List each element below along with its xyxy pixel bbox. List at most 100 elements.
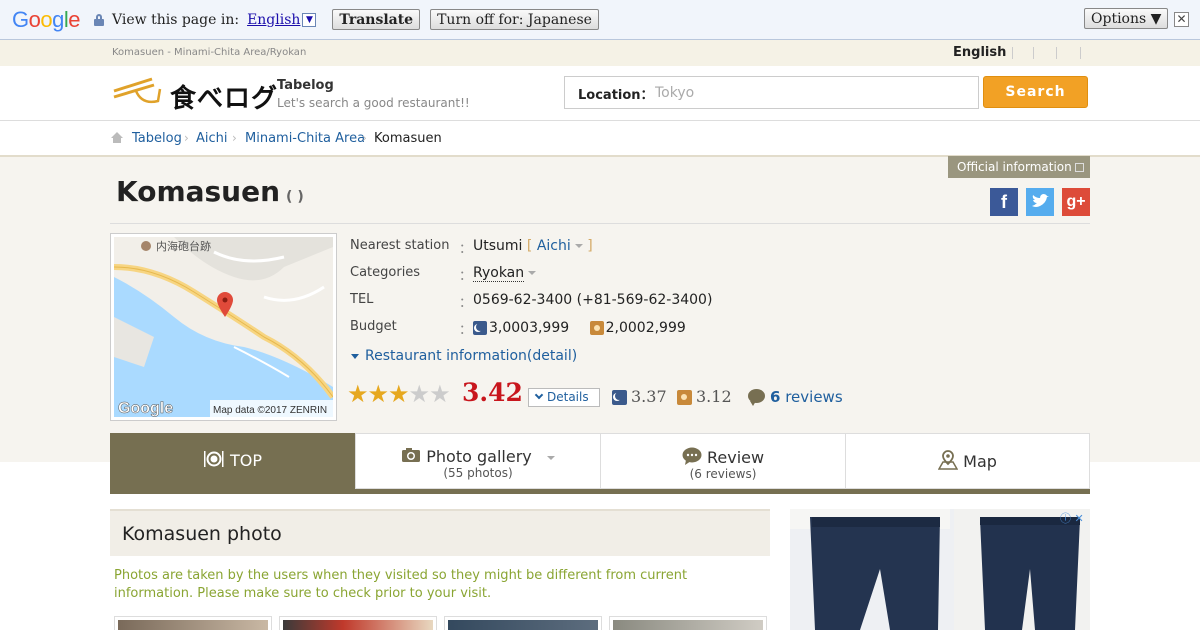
- google-plus-icon[interactable]: g+: [1062, 188, 1090, 216]
- tab-photo-count: (55 photos): [443, 466, 513, 480]
- star-rating: ★★★★★: [347, 380, 451, 408]
- dinner-moon-icon: [612, 390, 627, 405]
- breadcrumb-minami-chita[interactable]: Minami-Chita Area: [245, 131, 365, 146]
- dining-plate-icon: [203, 451, 224, 467]
- official-information-badge[interactable]: Official information: [948, 156, 1090, 178]
- photo-section-header: Komasuen photo: [110, 509, 770, 556]
- map-google-logo: Google: [118, 400, 173, 417]
- colon: ：: [459, 242, 473, 257]
- google-logo-letter: o: [40, 6, 53, 32]
- restaurant-detail-link[interactable]: Restaurant information(detail): [351, 348, 577, 364]
- chevron-right-icon: ›: [362, 131, 367, 145]
- speech-bubble-icon: [682, 447, 702, 465]
- divider: [1080, 47, 1081, 59]
- budget-value: 3,0003,999 2,0002,999: [473, 320, 686, 336]
- top-info-bar: Komasuen - Minami-Chita Area/Ryokan Engl…: [0, 40, 1200, 66]
- facebook-icon[interactable]: f: [990, 188, 1018, 216]
- budget-lunch: 2,0002,999: [605, 320, 686, 336]
- twitter-icon[interactable]: [1026, 188, 1054, 216]
- star-icon: ★: [408, 380, 430, 408]
- tab-map-label: Map: [963, 452, 997, 471]
- advertisement[interactable]: [790, 509, 1090, 630]
- google-logo-letter: o: [28, 6, 41, 32]
- google-logo-letter: g: [52, 6, 64, 32]
- star-icon: ★: [429, 380, 450, 408]
- language-dropdown-icon[interactable]: ▼: [302, 12, 317, 27]
- colon: ：: [459, 296, 473, 311]
- bracket: ]: [587, 238, 593, 254]
- search-button[interactable]: Search: [983, 76, 1088, 108]
- star-icon: ★: [388, 380, 409, 408]
- category-link[interactable]: Ryokan: [473, 265, 525, 282]
- tab-map[interactable]: Map: [845, 433, 1090, 489]
- restaurant-name-reading: ( ): [286, 189, 304, 205]
- photo-section-title: Komasuen photo: [122, 523, 282, 545]
- lunch-sun-icon: [677, 390, 692, 405]
- triangle-down-icon: [351, 353, 359, 359]
- photo-thumbnail[interactable]: [609, 616, 767, 630]
- chevron-down-icon[interactable]: [574, 244, 583, 248]
- tab-review-label: Review: [707, 448, 765, 467]
- breadcrumb: Tabelog › Aichi › Minami-Chita Area › Ko…: [0, 121, 1200, 157]
- bracket: [: [526, 238, 533, 254]
- tab-photo-gallery[interactable]: Photo gallery (55 photos): [355, 433, 601, 489]
- tab-review[interactable]: Review (6 reviews): [600, 433, 846, 489]
- photo-thumbnail[interactable]: [114, 616, 272, 630]
- tab-photo-gallery-label: Photo gallery: [426, 447, 532, 466]
- reviews-link[interactable]: 6 reviews: [770, 388, 843, 406]
- tel-value: 0569-62-3400 (+81-569-62-3400): [473, 292, 713, 308]
- rating-score: 3.42: [462, 378, 523, 407]
- tabelog-logo-text[interactable]: 食べログ: [170, 78, 278, 115]
- reviews-label: reviews: [785, 388, 843, 406]
- site-crumb: Komasuen - Minami-Chita Area/Ryokan: [112, 47, 307, 58]
- chopsticks-logo-icon[interactable]: [112, 77, 162, 107]
- translate-button[interactable]: Translate: [332, 9, 421, 30]
- dinner-moon-icon: [473, 321, 487, 335]
- station-label: Nearest station: [350, 238, 450, 253]
- external-icon: [1074, 163, 1084, 172]
- star-icon: ★: [367, 380, 389, 408]
- budget-label: Budget: [350, 319, 397, 334]
- divider: [1033, 47, 1034, 59]
- chevron-down-icon[interactable]: [528, 271, 537, 275]
- details-button[interactable]: Details: [528, 388, 600, 407]
- tab-top-label: TOP: [230, 451, 263, 470]
- breadcrumb-tabelog[interactable]: Tabelog: [132, 131, 182, 146]
- ad-info-icon[interactable]: ⓘ ✕: [1060, 510, 1088, 525]
- view-page-text: View this page in:: [112, 11, 240, 28]
- map-pin-icon: [937, 450, 959, 470]
- station-area-link[interactable]: Aichi: [537, 238, 571, 254]
- options-button[interactable]: Options ▼: [1084, 8, 1169, 29]
- breadcrumb-aichi[interactable]: Aichi: [196, 131, 228, 146]
- budget-dinner: 3,0003,999: [489, 320, 570, 336]
- colon: ：: [459, 269, 473, 284]
- colon: ：: [459, 323, 473, 338]
- slogan: Let's search a good restaurant!!: [277, 96, 470, 110]
- brand-name: Tabelog: [277, 78, 334, 93]
- chevron-right-icon: ›: [232, 131, 237, 145]
- chevron-right-icon: ›: [184, 131, 189, 145]
- google-logo: Google: [12, 6, 81, 33]
- photo-thumbnail[interactable]: [444, 616, 602, 630]
- tel-label: TEL: [350, 292, 374, 307]
- details-label: Details: [547, 390, 589, 404]
- map-thumbnail[interactable]: 内海砲台跡 Google Map data ©2017 ZENRIN: [110, 233, 337, 421]
- station-name[interactable]: Utsumi: [473, 238, 522, 254]
- language-select[interactable]: English: [247, 12, 300, 28]
- turn-off-button[interactable]: Turn off for: Japanese: [430, 9, 599, 30]
- chevron-down-icon: [534, 390, 544, 400]
- site-header: 食べログ Tabelog Let's search a good restaur…: [0, 66, 1200, 121]
- divider: [1056, 47, 1057, 59]
- restaurant-name: Komasuen: [116, 175, 281, 208]
- google-logo-letter: G: [12, 6, 29, 32]
- location-label: Location：: [578, 88, 654, 103]
- photo-thumbnail[interactable]: [279, 616, 437, 630]
- station-value: Utsumi [ Aichi ]: [473, 238, 593, 254]
- tab-top[interactable]: TOP: [110, 433, 355, 491]
- google-logo-letter: e: [68, 6, 81, 32]
- close-icon[interactable]: ✕: [1174, 12, 1189, 27]
- dinner-score: 3.37: [631, 387, 667, 406]
- official-information-label: Official information: [957, 160, 1072, 174]
- language-english-link[interactable]: English: [953, 45, 1006, 60]
- location-input[interactable]: [655, 81, 965, 105]
